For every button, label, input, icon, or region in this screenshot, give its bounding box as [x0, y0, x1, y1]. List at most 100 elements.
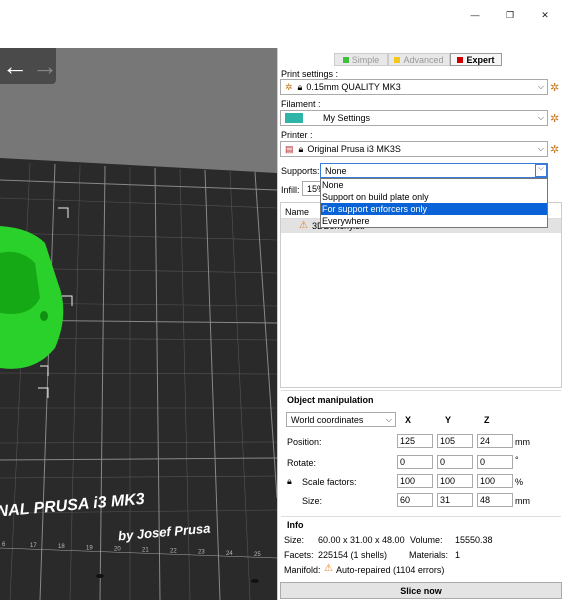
printer-value: Original Prusa i3 MK3S	[307, 144, 401, 154]
position-y-input[interactable]: 105	[437, 434, 473, 448]
lock-icon: 🔒︎	[297, 81, 303, 92]
cog-icon: ✲	[285, 81, 293, 92]
rotate-z-input[interactable]: 0	[477, 455, 513, 469]
print-settings-combo[interactable]: ✲ 🔒︎ 0.15mm QUALITY MK3 ⌵	[280, 79, 548, 95]
rotate-label: Rotate:	[287, 458, 317, 468]
mode-advanced-label: Advanced	[403, 54, 444, 65]
coordinate-system-value: World coordinates	[291, 414, 364, 425]
warning-icon: ⚠	[299, 220, 308, 231]
scale-x-input[interactable]: 100	[397, 474, 433, 488]
maximize-icon: ❐	[505, 9, 515, 20]
supports-option-none[interactable]: None	[321, 179, 547, 191]
info-facets-value: 225154 (1 shells)	[318, 550, 388, 560]
info-materials-value: 1	[455, 550, 461, 560]
rotate-x-input[interactable]: 0	[397, 455, 433, 469]
size-x-input[interactable]: 60	[397, 493, 433, 507]
info-size-value: 60.00 x 31.00 x 48.00	[318, 535, 405, 545]
ruler-tick-label: 17	[30, 543, 37, 549]
size-label: Size:	[302, 496, 323, 506]
mode-simple-label: Simple	[351, 54, 380, 65]
minimize-button[interactable]: —	[458, 0, 492, 30]
3d-viewport[interactable]: INAL PRUSA i3 MK3 by Josef Prusa 6 17 18 19…	[0, 48, 277, 600]
ruler-tick-label: 22	[170, 549, 177, 555]
simple-mode-icon	[342, 56, 349, 63]
print-settings-label: Print settings :	[281, 69, 339, 79]
supports-option-build-plate[interactable]: Support on build plate only	[321, 191, 547, 203]
printer-gear-icon[interactable]: ✲	[550, 143, 559, 156]
info-manifold-value: Auto-repaired (1104 errors)	[336, 565, 445, 575]
position-x-input[interactable]: 125	[397, 434, 433, 448]
info-materials-label: Materials:	[409, 550, 449, 560]
close-window-button[interactable]: ✕	[528, 0, 562, 30]
benchy-porthole	[40, 311, 48, 321]
info-volume-value: 15550.38	[455, 535, 493, 545]
sidebar-panel: Simple Advanced Expert Print settings : …	[277, 48, 564, 600]
rotate-y-input[interactable]: 0	[437, 455, 473, 469]
info-volume-label: Volume:	[410, 535, 443, 545]
scale-y-input[interactable]: 100	[437, 474, 473, 488]
object-manipulation-title: Object manipulation	[287, 395, 374, 405]
size-unit: mm	[515, 496, 530, 506]
z-header: Z	[484, 415, 490, 425]
position-z-input[interactable]: 24	[477, 434, 513, 448]
info-title: Info	[287, 520, 304, 530]
ruler-tick-label: 18	[58, 544, 65, 550]
chevron-down-icon: ⌵	[385, 415, 392, 424]
info-size-label: Size:	[284, 535, 305, 545]
supports-value: None	[325, 165, 347, 176]
position-label: Position:	[287, 437, 322, 447]
infill-label: Infill:	[281, 185, 300, 195]
minimize-icon: —	[470, 10, 480, 20]
mount-hole	[251, 579, 259, 583]
slice-now-button[interactable]: Slice now	[280, 582, 562, 599]
print-settings-value: 0.15mm QUALITY MK3	[306, 82, 401, 92]
filament-color-swatch	[285, 113, 303, 123]
chevron-down-icon[interactable]: ⌵	[535, 164, 547, 177]
ruler-tick-label: 24	[226, 551, 233, 557]
mount-hole	[96, 574, 104, 578]
ruler-tick-label: 21	[142, 548, 149, 554]
print-settings-gear-icon[interactable]: ✲	[550, 81, 559, 94]
chevron-down-icon: ⌵	[537, 113, 544, 122]
ruler-tick-label: 23	[198, 550, 205, 556]
ruler-tick-label: 20	[114, 546, 121, 552]
size-z-input[interactable]: 48	[477, 493, 513, 507]
mode-expert-button[interactable]: Expert	[450, 53, 502, 66]
maximize-button[interactable]: ❐	[493, 0, 527, 30]
supports-option-everywhere[interactable]: Everywhere	[321, 215, 547, 227]
printer-combo[interactable]: ▤ 🔒︎ Original Prusa i3 MK3S ⌵	[280, 141, 548, 157]
scale-label: Scale factors:	[302, 477, 357, 487]
mode-advanced-button[interactable]: Advanced	[388, 53, 450, 66]
advanced-mode-icon	[394, 56, 401, 63]
object-list[interactable]: Name ⚠ 3DBenchy.stl ○ ☐	[280, 202, 562, 388]
forward-arrow-icon[interactable]: →	[32, 53, 58, 79]
filament-combo[interactable]: My Settings ⌵	[280, 110, 548, 126]
supports-label: Supports:	[281, 166, 320, 176]
filament-value: My Settings	[323, 113, 371, 123]
expert-mode-icon	[457, 56, 464, 63]
supports-dropdown-list: None Support on build plate only For sup…	[320, 178, 548, 228]
position-unit: mm	[515, 437, 530, 447]
build-plate-scene: INAL PRUSA i3 MK3 by Josef Prusa 6 17 18 19…	[0, 48, 277, 600]
size-y-input[interactable]: 31	[437, 493, 473, 507]
supports-combo[interactable]: None ⌵	[320, 163, 548, 178]
x-header: X	[405, 415, 412, 425]
printer-icon: ▤	[285, 143, 294, 154]
filament-gear-icon[interactable]: ✲	[550, 112, 559, 125]
supports-option-enforcers[interactable]: For support enforcers only	[321, 203, 547, 215]
navigation-buttons: ← →	[0, 48, 58, 84]
chevron-down-icon: ⌵	[537, 82, 544, 91]
printer-label: Printer :	[281, 130, 313, 140]
window-title-bar: — ❐ ✕	[0, 0, 564, 30]
coordinate-system-select[interactable]: World coordinates ⌵	[286, 412, 396, 427]
mode-expert-label: Expert	[466, 54, 495, 65]
back-arrow-icon[interactable]: ←	[2, 53, 28, 79]
scale-lock-icon[interactable]: 🔒︎	[287, 476, 292, 487]
name-column-header[interactable]: Name	[285, 207, 309, 217]
mode-simple-button[interactable]: Simple	[334, 53, 388, 66]
rotate-unit: °	[515, 455, 519, 465]
y-header: Y	[445, 415, 452, 425]
info-facets-label: Facets:	[284, 550, 314, 560]
info-manifold-label: Manifold:	[284, 565, 321, 575]
scale-z-input[interactable]: 100	[477, 474, 513, 488]
